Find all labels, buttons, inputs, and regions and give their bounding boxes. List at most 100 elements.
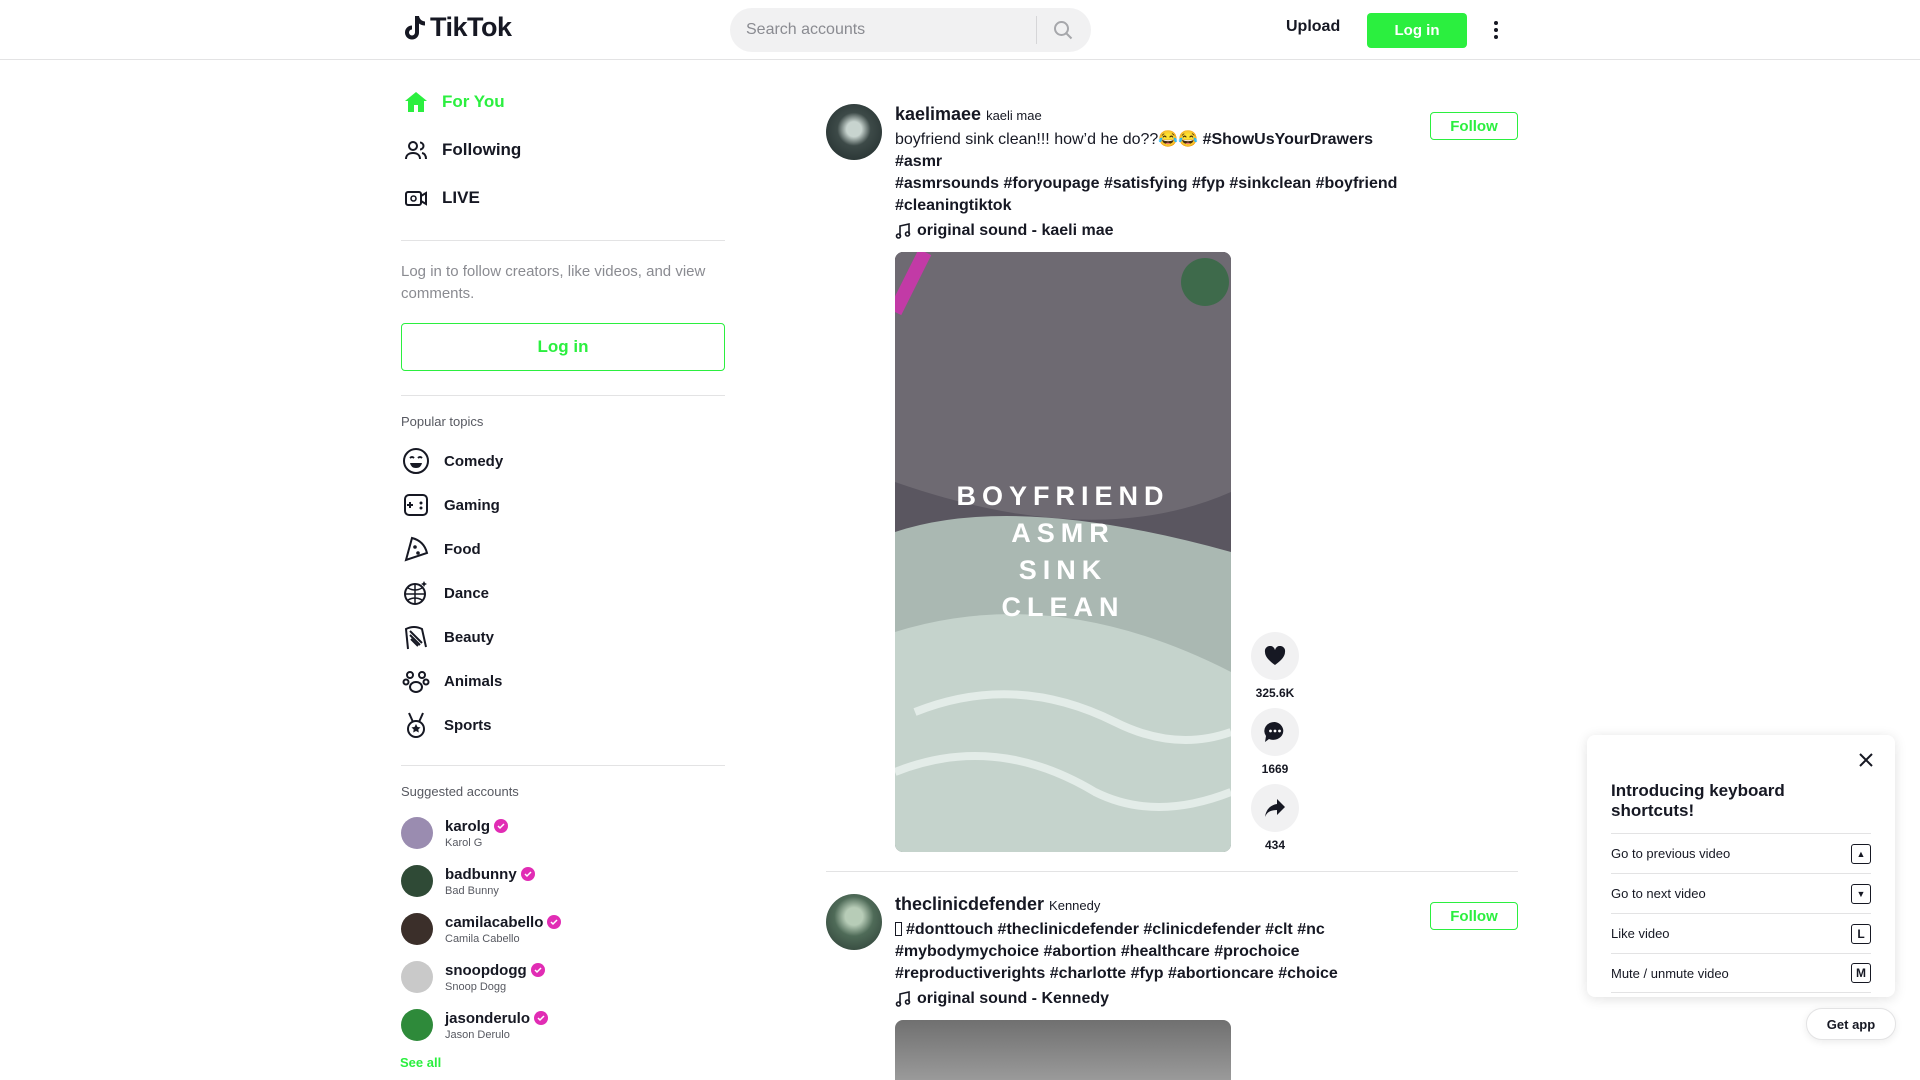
logo-text: TikTok xyxy=(430,12,512,42)
shortcut-row: Mute / unmute video M xyxy=(1611,953,1871,993)
suggested-account[interactable]: snoopdogg Snoop Dogg xyxy=(400,953,726,1001)
username-label: camilacabello xyxy=(445,913,544,931)
search-button[interactable] xyxy=(1037,8,1089,52)
account-text: camilacabello Camila Cabello xyxy=(445,913,562,945)
post-username: theclinicdefender xyxy=(895,894,1045,914)
like-action: 325.6K xyxy=(1251,632,1299,700)
see-all-link[interactable]: See all xyxy=(400,1055,726,1070)
dot xyxy=(1494,21,1498,25)
sidebar-login-button[interactable]: Log in xyxy=(401,323,725,371)
account-username: jasonderulo xyxy=(445,1009,549,1027)
post-nickname: Kennedy xyxy=(1049,898,1101,913)
more-options-icon[interactable] xyxy=(1488,16,1504,44)
username-label: jasonderulo xyxy=(445,1009,531,1027)
suggested-account[interactable]: karolg Karol G xyxy=(400,809,726,857)
comment-action: 1669 xyxy=(1251,708,1299,776)
account-text: karolg Karol G xyxy=(445,818,509,849)
video-actions: 325.6K 1669 434 xyxy=(1251,252,1299,852)
login-prompt-text: Log in to follow creators, like videos, … xyxy=(401,263,706,302)
topic-comedy[interactable]: Comedy xyxy=(400,439,726,483)
topic-sports[interactable]: Sports xyxy=(400,703,726,747)
divider xyxy=(401,765,725,766)
live-icon xyxy=(405,191,427,206)
verified-badge-icon xyxy=(534,1011,549,1025)
topic-gaming[interactable]: Gaming xyxy=(400,483,726,527)
account-username: karolg xyxy=(445,818,509,835)
video-feed: Follow kaelimaee kaeli mae boyfriend sin… xyxy=(826,60,1518,1080)
post-body: theclinicdefender Kennedy #donttouch #th… xyxy=(895,894,1518,1080)
hashtag-line[interactable]: #asmrsounds #foryoupage #satisfying #fyp… xyxy=(895,175,1397,192)
avatar xyxy=(401,961,433,993)
video-overlay-text: BOYFRIEND ASMR SINK CLEAN xyxy=(895,478,1231,626)
hashtag-line[interactable]: #cleaningtiktok xyxy=(895,197,1011,214)
account-username: badbunny xyxy=(445,866,535,883)
post-username: kaelimaee xyxy=(895,104,982,124)
share-button[interactable] xyxy=(1251,784,1299,832)
comment-icon xyxy=(1264,721,1284,742)
caption-text: boyfriend sink clean!!! how’d he do??😂😂 xyxy=(895,131,1199,148)
topic-beauty[interactable]: Beauty xyxy=(400,615,726,659)
post-author[interactable]: kaelimaee kaeli mae xyxy=(895,104,1518,125)
topic-food[interactable]: Food xyxy=(400,527,726,571)
account-text: snoopdogg Snoop Dogg xyxy=(445,962,545,993)
search-bar xyxy=(730,8,1091,52)
verified-badge-icon xyxy=(547,915,562,929)
key-up-icon: ▲ xyxy=(1851,843,1871,864)
topic-dance[interactable]: Dance xyxy=(400,571,726,615)
feed-post: Follow kaelimaee kaeli mae boyfriend sin… xyxy=(826,60,1518,872)
topic-animals[interactable]: Animals xyxy=(400,659,726,703)
shortcut-label: Go to previous video xyxy=(1611,846,1731,861)
overlay-line: ASMR xyxy=(1011,518,1115,548)
heart-icon xyxy=(1264,646,1286,665)
nav-label: LIVE xyxy=(442,188,480,207)
music-note-icon xyxy=(895,991,911,1007)
search-icon xyxy=(1054,21,1073,40)
video-row: BOYFRIEND ASMR SINK CLEAN 325.6K 1669 43… xyxy=(895,252,1518,852)
suggested-account[interactable]: jasonderulo Jason Derulo xyxy=(400,1001,726,1049)
hashtag-line[interactable]: #mybodymychoice #abortion #healthcare #p… xyxy=(895,943,1300,960)
hashtag-line[interactable]: #donttouch #theclinicdefender #clinicdef… xyxy=(906,921,1325,938)
follow-button[interactable]: Follow xyxy=(1430,112,1518,140)
shortcut-list: Go to previous video ▲ Go to next video … xyxy=(1611,833,1871,993)
shortcut-row: Like video L xyxy=(1611,913,1871,953)
nav-following[interactable]: Following xyxy=(400,126,726,174)
panel-title: Introducing keyboard shortcuts! xyxy=(1611,781,1785,820)
get-app-button[interactable]: Get app xyxy=(1806,1008,1896,1040)
top-header: TikTok Upload Log in xyxy=(0,0,1920,60)
nav-live[interactable]: LIVE xyxy=(400,174,726,222)
post-author[interactable]: theclinicdefender Kennedy xyxy=(895,894,1518,915)
avatar xyxy=(401,1009,433,1041)
post-avatar[interactable] xyxy=(826,894,882,950)
animals-icon xyxy=(402,671,430,693)
video-player[interactable]: BOYFRIEND ASMR SINK CLEAN xyxy=(895,252,1231,852)
header-login-button[interactable]: Log in xyxy=(1367,13,1467,48)
tiktok-note-icon xyxy=(405,15,425,39)
account-display-name: Jason Derulo xyxy=(445,1028,510,1041)
key-down-icon: ▼ xyxy=(1851,883,1871,904)
keyboard-shortcuts-panel: Introducing keyboard shortcuts! Go to pr… xyxy=(1587,735,1895,997)
upload-link[interactable]: Upload xyxy=(1286,18,1340,36)
shortcut-row: Go to next video ▼ xyxy=(1611,873,1871,913)
music-link[interactable]: original sound - Kennedy xyxy=(895,990,1518,1008)
suggested-account[interactable]: camilacabello Camila Cabello xyxy=(400,905,726,953)
video-player[interactable] xyxy=(895,1020,1231,1080)
tiktok-logo[interactable]: TikTok xyxy=(404,12,512,43)
verified-badge-icon xyxy=(530,963,545,977)
nav-for-you[interactable]: For You xyxy=(400,78,726,126)
post-avatar[interactable] xyxy=(826,104,882,160)
like-button[interactable] xyxy=(1251,632,1299,680)
follow-button[interactable]: Follow xyxy=(1430,902,1518,930)
music-link[interactable]: original sound - kaeli mae xyxy=(895,222,1518,240)
close-icon[interactable] xyxy=(1859,753,1873,772)
comment-button[interactable] xyxy=(1251,708,1299,756)
account-text: badbunny Bad Bunny xyxy=(445,866,535,897)
search-input[interactable] xyxy=(746,21,1036,39)
music-note-icon xyxy=(895,223,911,239)
divider xyxy=(401,395,725,396)
post-caption: boyfriend sink clean!!! how’d he do??😂😂 … xyxy=(895,129,1415,217)
food-icon xyxy=(404,536,429,562)
verified-badge-icon xyxy=(494,819,509,833)
suggested-account[interactable]: badbunny Bad Bunny xyxy=(400,857,726,905)
hashtag-line[interactable]: #reproductiverights #charlotte #fyp #abo… xyxy=(895,965,1338,982)
